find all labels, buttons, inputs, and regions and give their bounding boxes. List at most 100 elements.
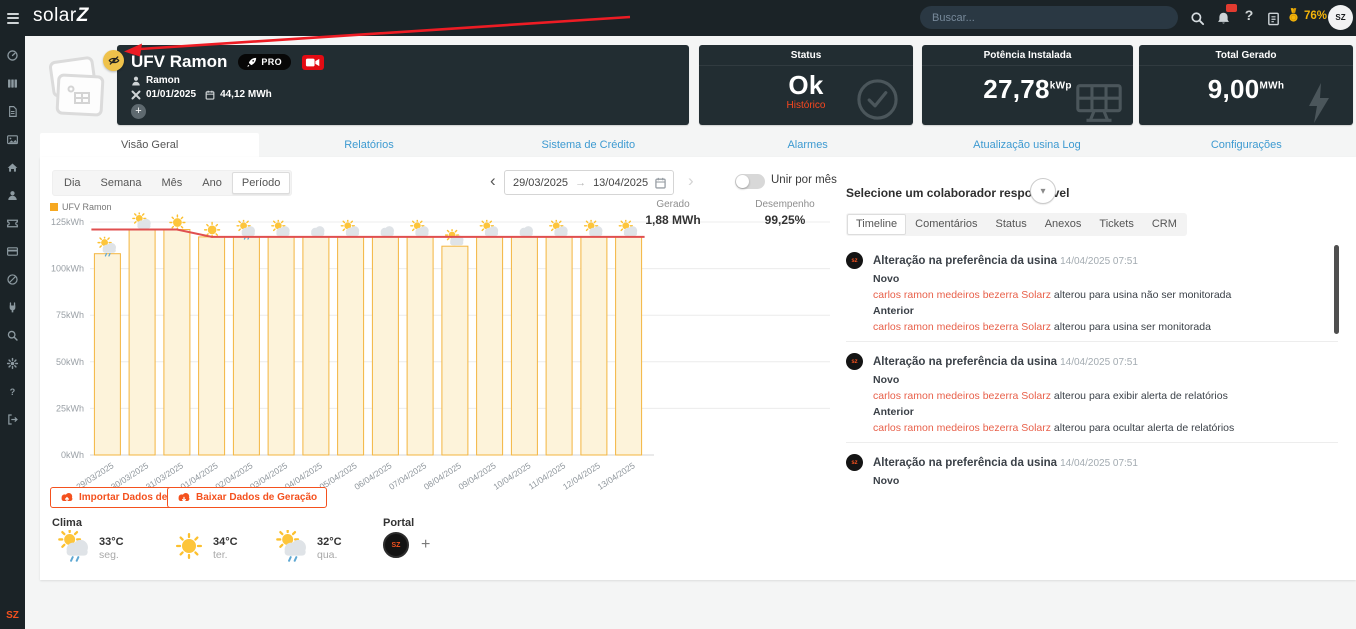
period-ano[interactable]: Ano (192, 172, 232, 194)
video-camera-icon (305, 58, 320, 66)
global-search[interactable] (920, 6, 1178, 29)
user-link[interactable]: carlos ramon medeiros bezerra Solarz (873, 390, 1051, 402)
tickets-icon[interactable] (6, 216, 20, 230)
gamification-medal-icon[interactable]: 76% (1287, 8, 1327, 23)
svg-text:0kWh: 0kWh (61, 450, 84, 460)
monitoring-disabled-eye-slash-icon[interactable] (103, 50, 124, 71)
total-generated-card: Total Gerado 9,00MWh (1139, 45, 1353, 125)
timeline-avatar: sz (846, 454, 863, 471)
merge-by-month-toggle[interactable] (735, 174, 765, 189)
period-semana[interactable]: Semana (91, 172, 152, 194)
user-avatar[interactable]: SZ (1328, 5, 1353, 30)
clients-icon[interactable] (6, 188, 20, 202)
rtab-status[interactable]: Status (987, 214, 1036, 235)
gallery-icon[interactable] (6, 132, 20, 146)
billing-card-icon[interactable] (6, 244, 20, 258)
desempenho-stat: Desempenho 99,25% (740, 199, 830, 227)
plant-name: UFV Ramon (131, 52, 228, 71)
plant-add-button[interactable]: + (131, 104, 146, 119)
sidebar-footer-logo: SZ (6, 610, 19, 621)
generation-chart[interactable]: 0kWh 25kWh 50kWh 75kWh 100kWh 125kWh 29/03/202… (46, 209, 838, 507)
user-link[interactable]: carlos ramon medeiros bezerra Solarz (873, 321, 1051, 333)
search-icon[interactable] (1186, 7, 1208, 29)
timeline-new-text: alterou para exibir alerta de relatórios (1053, 390, 1228, 402)
timeline-prev-label: Anterior (873, 305, 914, 317)
tab-sistema-de-credito[interactable]: Sistema de Crédito (479, 133, 698, 157)
portal-avatar[interactable]: SZ (383, 532, 409, 558)
timeline-list[interactable]: sz Alteração na preferência da usina 14/0… (846, 241, 1338, 486)
tab-relatorios[interactable]: Relatórios (259, 133, 478, 157)
search-input[interactable] (932, 11, 1166, 24)
period-periodo[interactable]: Período (231, 172, 291, 194)
home-icon[interactable] (6, 160, 20, 174)
timeline-scrollbar[interactable] (1334, 245, 1339, 334)
overview-panel: Dia Semana Mês Ano Período UFV Ramon 0kW… (40, 157, 1356, 580)
download-generation-data-button[interactable]: Baixar Dados de Geração (167, 487, 328, 508)
daterange-end: 13/04/2025 (593, 176, 649, 189)
reports-icon[interactable] (6, 104, 20, 118)
rtab-anexos[interactable]: Anexos (1036, 214, 1091, 235)
rtab-tickets[interactable]: Tickets (1090, 214, 1142, 235)
timeline-entry-time: 14/04/2025 07:51 (1060, 256, 1138, 267)
clima-day: qua. (317, 549, 338, 561)
period-dia[interactable]: Dia (54, 172, 91, 194)
logout-icon[interactable] (6, 412, 20, 426)
notifications-bell-icon[interactable] (1212, 4, 1237, 29)
collaborator-dropdown-button[interactable]: ▾ (1030, 178, 1056, 204)
portal-title: Portal (383, 517, 415, 529)
daterange-input[interactable]: 29/03/2025 → 13/04/2025 (504, 170, 674, 195)
sidebar-search-icon[interactable] (6, 328, 20, 342)
app-logo[interactable]: solarZ (33, 5, 89, 27)
settings-gear-icon[interactable] (6, 356, 20, 370)
tab-visao-geral[interactable]: Visão Geral (40, 133, 260, 157)
top-navbar: solarZ ? 76% SZ (0, 0, 1356, 36)
weather-sun-icon (172, 530, 206, 567)
timeline-entry: sz Alteração na preferência da usina 14/0… (846, 443, 1338, 486)
tools-icon (131, 90, 141, 99)
daterange-prev-button[interactable]: ‹ (490, 171, 496, 191)
power-unit: kWp (1049, 80, 1072, 92)
plant-info-card: UFV Ramon PRO Ramon 01/01/2025 44,12 MWh… (117, 45, 689, 125)
user-link[interactable]: carlos ramon medeiros bezerra Solarz (873, 422, 1051, 434)
tab-alarmes[interactable]: Alarmes (698, 133, 917, 157)
rtab-timeline[interactable]: Timeline (847, 214, 907, 235)
svg-text:08/04/2025: 08/04/2025 (422, 460, 463, 492)
tab-atualizacao-usina-log[interactable]: Atualização usina Log (917, 133, 1136, 157)
dashboard-icon[interactable] (6, 48, 20, 62)
toggle-knob (736, 175, 749, 188)
plant-tabs: Visão Geral Relatórios Sistema de Crédit… (40, 133, 1356, 157)
portal-add-button[interactable]: + (421, 536, 430, 554)
sidebar-help-icon[interactable]: ? (6, 384, 20, 398)
video-tutorial-button[interactable] (302, 54, 325, 70)
avatar-initials: SZ (1335, 13, 1346, 22)
svg-text:25kWh: 25kWh (56, 403, 84, 413)
rtab-crm[interactable]: CRM (1143, 214, 1186, 235)
timeline-avatar: sz (846, 252, 863, 269)
period-mes[interactable]: Mês (152, 172, 193, 194)
help-icon[interactable]: ? (1240, 7, 1258, 23)
timeline-new-text: alterou para usina não ser monitorada (1053, 289, 1232, 301)
gerado-stat: Gerado 1,88 MWh (628, 199, 718, 227)
svg-text:?: ? (10, 386, 15, 396)
daterange-next-button[interactable]: › (688, 171, 694, 191)
power-card-title: Potência Instalada (922, 45, 1133, 66)
timeline-new-label: Novo (873, 273, 900, 285)
whatsapp-icon[interactable] (6, 272, 20, 286)
timeline-new-label: Novo (873, 475, 900, 486)
user-link[interactable]: carlos ramon medeiros bezerra Solarz (873, 289, 1051, 301)
plant-photo-placeholder[interactable] (44, 46, 108, 122)
hamburger-menu-icon[interactable] (0, 0, 26, 36)
clima-item: 32°C qua. (276, 527, 342, 567)
svg-text:10/04/2025: 10/04/2025 (491, 460, 532, 492)
timeline-prev-line: carlos ramon medeiros bezerra Solarz alt… (873, 422, 1338, 434)
timeline-entry-title: Alteração na preferência da usina (873, 457, 1058, 469)
timeline-prev-label: Anterior (873, 406, 914, 418)
rtab-comentarios[interactable]: Comentários (906, 214, 986, 235)
pro-badge[interactable]: PRO (238, 54, 292, 70)
timeline-new-label: Novo (873, 374, 900, 386)
changelog-clipboard-icon[interactable] (1262, 7, 1284, 29)
tab-configuracoes[interactable]: Configurações (1137, 133, 1356, 157)
timeline-prev-text: alterou para usina ser monitorada (1053, 321, 1211, 333)
plug-integrations-icon[interactable] (6, 300, 20, 314)
solar-plants-icon[interactable] (6, 76, 20, 90)
